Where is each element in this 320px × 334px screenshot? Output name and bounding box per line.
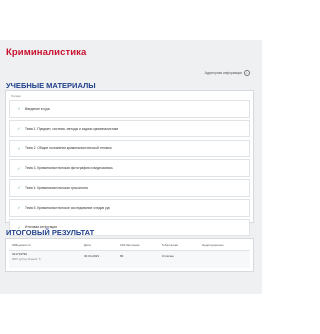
list-item-label: Тема 3. Криминалистическая фотография и …	[25, 166, 113, 171]
topics-tag: Топики	[11, 94, 21, 98]
info-icon: i	[244, 70, 250, 76]
page: Криминалистика Аудиторная информация i У…	[0, 0, 262, 334]
score5-cell: Отлично	[162, 254, 174, 258]
list-item[interactable]: ✓ Тема 1. Предмет, система, методы и зад…	[9, 119, 250, 138]
list-item[interactable]: ✓ Тема 5. Криминалистическое исследовани…	[9, 198, 250, 217]
result-title: ИТОГОВЫЙ РЕЗУЛЬТАТ	[6, 228, 95, 237]
list-item-label: Тема 2. Общие положения криминалистическ…	[25, 146, 112, 151]
check-icon: ✓	[17, 126, 21, 132]
top-band	[0, 0, 262, 40]
header-cell-score5: 5-балльная	[162, 243, 178, 247]
score100-cell: 83	[120, 254, 124, 258]
list-item-label: Тема 4. Криминалистическая трасология	[25, 185, 88, 190]
check-icon: ✓	[17, 145, 21, 151]
table-row: 321719790 ЗОЧ (устн) Очно/з. б 30.04.202…	[6, 252, 253, 266]
check-icon: ✓	[17, 165, 21, 171]
statement-id: 321719790	[12, 252, 28, 256]
statement-cell: 321719790 ЗОЧ (устн) Очно/з. б	[12, 252, 41, 261]
bottom-band	[0, 294, 262, 334]
auditorium-info-label: Аудиторная информация	[204, 71, 242, 75]
header-cell-date: Дата	[84, 243, 91, 247]
check-icon: ✓	[17, 185, 21, 191]
list-item-label: Введение в курс	[25, 106, 51, 111]
check-icon: ✓	[17, 205, 21, 211]
header-cell-statement: №Ведомости	[12, 243, 31, 247]
list-item-label: Тема 1. Предмет, система, методы и задач…	[25, 126, 119, 131]
course-title: Криминалистика	[6, 47, 87, 58]
statement-subtitle: ЗОЧ (устн) Очно/з. б	[12, 257, 41, 261]
results-card: №Ведомости Дата 100-балльная 5-балльная …	[5, 238, 254, 272]
header-cell-score100: 100-балльная	[120, 243, 140, 247]
list-item[interactable]: ✓ Тема 3. Криминалистическая фотография …	[9, 159, 250, 177]
list-item[interactable]: ✓ Введение в курс	[9, 100, 250, 118]
materials-list: ✓ Введение в курс ✓ Тема 1. Предмет, сис…	[6, 100, 253, 238]
list-item-label: Тема 5. Криминалистическое исследование …	[25, 205, 110, 210]
list-item[interactable]: ✓ Тема 4. Криминалистическая трасология	[9, 179, 250, 197]
materials-title: УЧЕБНЫЕ МАТЕРИАЛЫ	[6, 81, 96, 90]
date-cell: 30.04.2023	[84, 254, 100, 258]
materials-card: Топики ✓ Введение в курс ✓ Тема 1. Предм…	[5, 90, 254, 237]
results-header-row: №Ведомости Дата 100-балльная 5-балльная …	[6, 243, 253, 249]
list-item[interactable]: ✓ Тема 2. Общие положения криминалистиче…	[9, 139, 250, 158]
auditorium-info-link[interactable]: Аудиторная информация i	[205, 70, 250, 76]
header-cell-excluded: Недопущенные	[202, 243, 224, 247]
check-icon: ✓	[17, 106, 21, 112]
